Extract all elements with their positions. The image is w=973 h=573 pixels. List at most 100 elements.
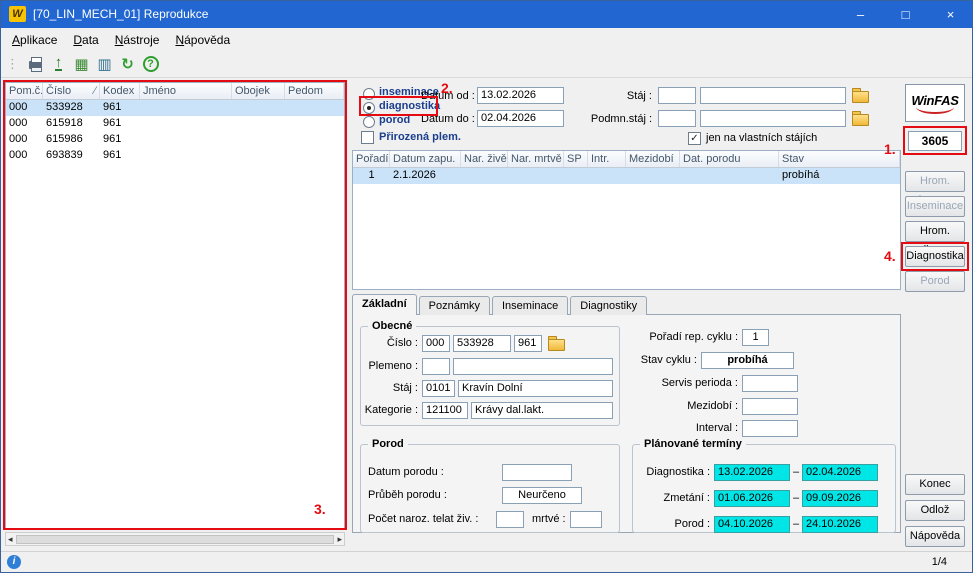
pocet-zive-field[interactable] — [496, 511, 524, 528]
mrtve-field[interactable] — [570, 511, 602, 528]
export-icon[interactable]: ↑ — [47, 53, 70, 75]
column-header-pedom[interactable]: Pedom — [285, 83, 344, 99]
cislo-folder-icon[interactable] — [548, 336, 564, 349]
plemeno-name-field[interactable] — [453, 358, 613, 375]
cell — [140, 148, 232, 164]
column-header-mezidobi[interactable]: Mezidobí — [626, 151, 680, 167]
menu-aplikace[interactable]: Aplikace — [4, 29, 65, 51]
column-header-nar-zive[interactable]: Nar. živě — [461, 151, 508, 167]
diagnostika-button[interactable]: Diagnostika — [905, 246, 965, 267]
staj-name-field[interactable] — [700, 87, 846, 104]
napoveda-button[interactable]: Nápověda — [905, 526, 965, 547]
radio-porod[interactable] — [363, 116, 375, 128]
kategorie-name-field[interactable]: Krávy dal.lakt. — [471, 402, 613, 419]
staj-folder-icon[interactable] — [852, 88, 868, 101]
annotation-label-1: 1. — [884, 141, 896, 157]
data-grid-icon[interactable]: ▦ — [70, 53, 93, 75]
cislo-field-3[interactable]: 961 — [514, 335, 542, 352]
menubar: Aplikace Data Nástroje Nápověda — [0, 28, 973, 51]
column-header-poradi[interactable]: Pořadí — [353, 151, 390, 167]
menu-napoveda[interactable]: Nápověda — [167, 29, 238, 51]
column-header-kodex[interactable]: Kodex — [100, 83, 140, 99]
staj-detail-name-field[interactable]: Kravín Dolní — [458, 380, 613, 397]
column-header-datum-zapu[interactable]: Datum zapu. — [390, 151, 461, 167]
cislo-field-1[interactable]: 000 — [422, 335, 450, 352]
cell — [461, 168, 508, 184]
print-icon[interactable] — [24, 53, 47, 75]
window-controls: – □ × — [838, 0, 973, 28]
staj-code-field[interactable] — [658, 87, 696, 104]
datum-porodu-field[interactable] — [502, 464, 572, 481]
tab-zakladni[interactable]: Základní — [352, 294, 417, 315]
column-header-jmeno[interactable]: Jméno — [140, 83, 232, 99]
cell: 961 — [100, 100, 140, 116]
radio-diagnostika[interactable] — [363, 102, 375, 114]
refresh-icon[interactable]: ↻ — [116, 53, 139, 75]
plemeno-code-field[interactable] — [422, 358, 450, 375]
column-header-intr[interactable]: Intr. — [588, 151, 626, 167]
table-row[interactable]: 000 693839 961 — [6, 148, 344, 164]
column-header-stav[interactable]: Stav — [779, 151, 900, 167]
cell — [285, 116, 344, 132]
prubeh-porodu-field[interactable]: Neurčeno — [502, 487, 582, 504]
odloz-button[interactable]: Odlož — [905, 500, 965, 521]
column-header-nar-mrtve[interactable]: Nar. mrtvě — [508, 151, 564, 167]
column-header-cislo[interactable]: Číslo∕ — [43, 83, 100, 99]
cell: 961 — [100, 116, 140, 132]
columns-icon[interactable]: ▥ — [93, 53, 116, 75]
konec-button[interactable]: Konec — [905, 474, 965, 495]
tab-poznamky[interactable]: Poznámky — [419, 296, 490, 315]
own-stables-checkbox[interactable]: ✓ — [688, 132, 701, 145]
help-icon[interactable]: ? — [139, 53, 162, 75]
annotation-label-4: 4. — [884, 248, 896, 264]
prirozena-plem-checkbox[interactable] — [361, 131, 374, 144]
column-header-obojek[interactable]: Obojek — [232, 83, 285, 99]
cell: 961 — [100, 148, 140, 164]
column-header-dat-porodu[interactable]: Dat. porodu — [680, 151, 779, 167]
close-button[interactable]: × — [928, 0, 973, 28]
column-header-sp[interactable]: SP — [564, 151, 588, 167]
cell: 000 — [6, 116, 43, 132]
cell: 961 — [100, 132, 140, 148]
table-row[interactable]: 000 615986 961 — [6, 132, 344, 148]
kategorie-code-field[interactable]: 121100 — [422, 402, 468, 419]
pocet-telat-label: Počet naroz. telat živ. : — [368, 513, 478, 525]
datum-do-label: Datum do : — [421, 113, 475, 125]
menu-nastroje[interactable]: Nástroje — [107, 29, 168, 51]
annotation-label-2: 2. — [441, 80, 453, 96]
column-header-pomc[interactable]: Pom.č. — [6, 83, 43, 99]
hrom-diagn-button[interactable]: Hrom. diagn. — [905, 221, 965, 242]
scrollbar-thumb[interactable] — [16, 535, 335, 544]
cislo-field-2[interactable]: 533928 — [453, 335, 511, 352]
radio-porod-label: porod — [379, 114, 410, 126]
table-row[interactable]: 000 615918 961 — [6, 116, 344, 132]
tab-diagnostiky[interactable]: Diagnostiky — [570, 296, 647, 315]
podmn-staj-name-field[interactable] — [700, 110, 846, 127]
logo-swoosh — [916, 107, 954, 114]
mrtve-label: mrtvé : — [532, 513, 566, 525]
podmn-staj-code-field[interactable] — [658, 110, 696, 127]
horizontal-scrollbar[interactable]: ◂ ▸ — [5, 532, 345, 546]
inseminace-button: Inseminace — [905, 196, 965, 217]
cell: 693839 — [43, 148, 100, 164]
scroll-right-icon[interactable]: ▸ — [337, 534, 342, 545]
maximize-button[interactable]: □ — [883, 0, 928, 28]
annotation-label-3: 3. — [314, 501, 326, 517]
datum-od-field[interactable]: 13.02.2026 — [477, 87, 564, 104]
table-row[interactable]: 000 533928 961 — [6, 100, 344, 116]
menu-data[interactable]: Data — [65, 29, 106, 51]
staj-detail-code-field[interactable]: 0101 — [422, 380, 455, 397]
task-number-field[interactable]: 3605 — [908, 131, 962, 151]
planned-porod-from: 04.10.2026 — [714, 516, 790, 533]
radio-inseminace[interactable] — [363, 88, 375, 100]
cell — [508, 168, 564, 184]
podmn-staj-folder-icon[interactable] — [852, 111, 868, 124]
minimize-button[interactable]: – — [838, 0, 883, 28]
table-row[interactable]: 1 2.1.2026 probíhá — [353, 168, 900, 184]
cell — [680, 168, 779, 184]
datum-do-field[interactable]: 02.04.2026 — [477, 110, 564, 127]
animal-table-header: Pom.č. Číslo∕ Kodex Jméno Obojek Pedom — [6, 83, 344, 100]
tab-inseminace[interactable]: Inseminace — [492, 296, 568, 315]
window-title: [70_LIN_MECH_01] Reprodukce — [33, 7, 208, 21]
scroll-left-icon[interactable]: ◂ — [8, 534, 13, 545]
